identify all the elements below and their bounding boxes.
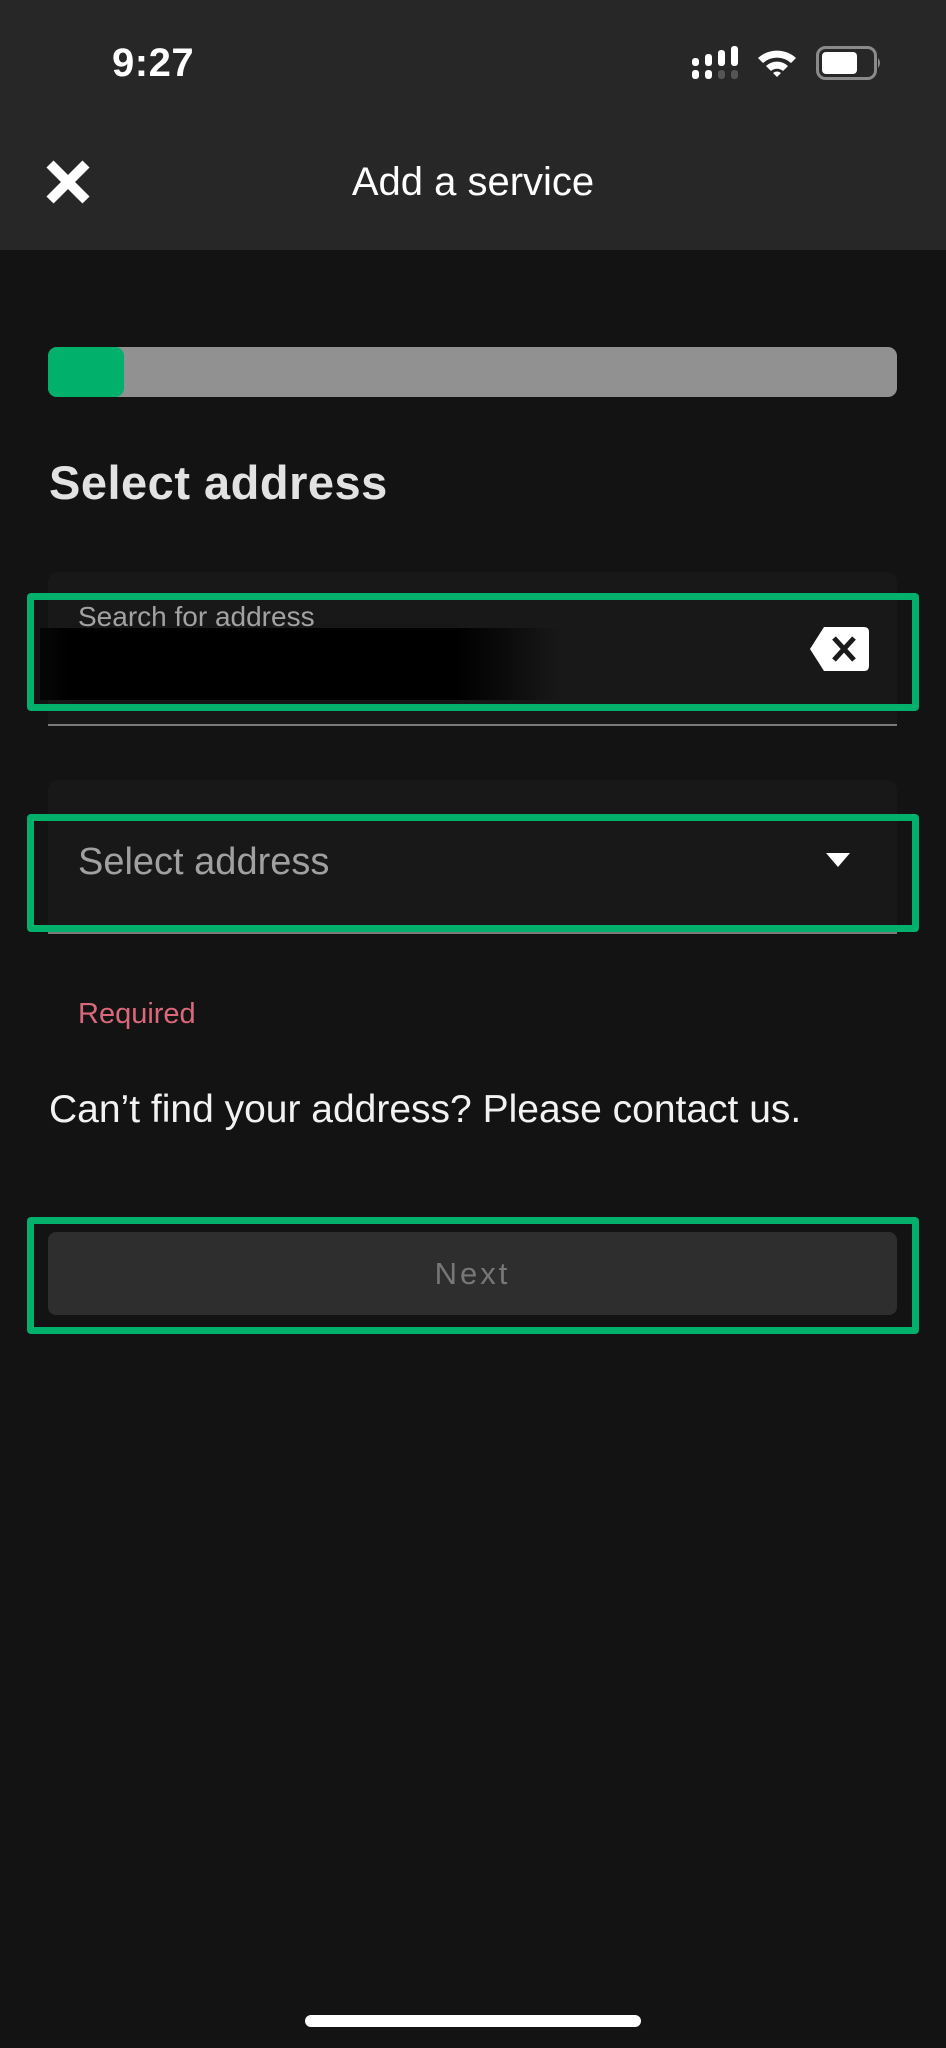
- section-heading: Select address: [49, 456, 388, 509]
- next-button[interactable]: Next: [48, 1232, 897, 1315]
- progress-bar: [48, 347, 897, 397]
- status-time: 9:27: [112, 41, 195, 85]
- backspace-clear-icon: [810, 627, 869, 671]
- home-indicator[interactable]: [305, 2015, 641, 2027]
- select-field-underline: [48, 932, 897, 934]
- address-select-placeholder: Select address: [78, 841, 330, 883]
- page-title: Add a service: [351, 160, 595, 204]
- cellular-signal-icon: [692, 46, 738, 79]
- required-error-text: Required: [78, 998, 196, 1030]
- redacted-address-value: [40, 628, 560, 700]
- redaction-edge: [40, 628, 80, 700]
- battery-icon: [816, 46, 880, 80]
- app-header: [0, 0, 946, 250]
- search-field-underline: [48, 724, 897, 726]
- caret-down-icon[interactable]: [824, 852, 852, 868]
- wifi-icon: [758, 50, 796, 77]
- clear-search-button[interactable]: [808, 626, 870, 672]
- progress-fill: [48, 347, 125, 397]
- contact-us-help-text[interactable]: Can’t find your address? Please contact …: [49, 1086, 801, 1134]
